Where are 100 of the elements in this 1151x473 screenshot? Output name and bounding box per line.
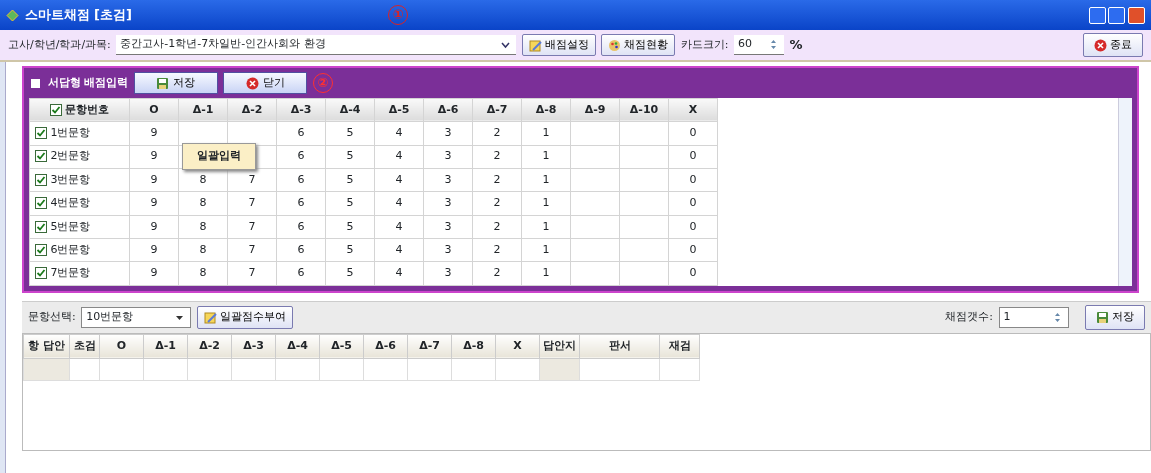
table-cell: 8 [178,215,228,239]
column-header: Δ-4 [275,334,320,359]
table-cell [619,238,669,262]
table-cell [619,168,669,192]
table-cell: 4 [374,261,424,286]
column-header: Δ-3 [276,98,326,122]
checkbox[interactable] [35,220,47,233]
row-header: 2번문항 [29,145,130,169]
column-header: Δ-5 [374,98,424,122]
note-icon [528,38,542,52]
row-header: 3번문항 [29,168,130,192]
checkbox[interactable] [49,103,62,116]
checkbox[interactable] [35,127,47,140]
table-cell: 4 [374,168,424,192]
table-cell: 2 [472,215,522,239]
bulk-score-button[interactable]: 일괄점수부여 [196,306,293,329]
settings-button[interactable]: 배점설정 [521,33,596,57]
table-cell: 3 [423,191,473,216]
column-header: Δ-5 [319,334,364,359]
table-cell [570,145,620,169]
table-cell: 3 [423,215,473,239]
card-size-spinner[interactable]: 60 [734,35,785,55]
checkbox[interactable] [35,267,47,280]
table-cell [659,358,700,381]
save-button[interactable]: 저장 [133,72,218,94]
table-cell [570,261,620,286]
table-cell: 5 [325,121,375,145]
table-cell: 1 [521,191,571,216]
table-cell [143,358,188,381]
table-cell: 7 [227,261,277,286]
restore-button[interactable] [1108,6,1126,24]
scrollbar[interactable] [1118,97,1132,286]
table-cell: 7 [227,191,277,216]
close-button[interactable]: 닫기 [223,72,308,94]
checkbox[interactable] [35,150,47,163]
exit-button[interactable]: 종료 [1083,32,1143,58]
row-header: 1번문항 [29,121,130,145]
table-cell: 2 [472,261,522,286]
column-header: O [99,334,144,359]
table-cell: 1 [521,121,571,145]
save-icon [1096,310,1109,324]
table-cell: 2 [472,145,522,169]
save-button[interactable]: 저장 [1085,305,1145,330]
table-cell [451,358,496,381]
close-circle-icon [1094,38,1107,52]
checkbox[interactable] [35,197,47,210]
checkbox[interactable] [35,243,47,256]
column-header: Δ-2 [227,98,277,122]
column-header: O [129,98,179,122]
table-cell [619,121,669,145]
table-cell: 9 [129,168,179,192]
column-header: 재검 [659,334,700,359]
table-cell: 5 [325,191,375,216]
question-select[interactable]: 10번문항 [81,307,192,328]
table-cell [319,358,364,381]
table-cell: 6 [276,238,326,262]
column-header: Δ-10 [619,98,669,122]
table-cell [619,261,669,286]
note-icon [203,310,217,324]
status-button[interactable]: 채점현황 [601,33,676,57]
column-header: X [668,98,718,122]
window-title: 스마트채점 [초검] [24,6,132,25]
table-cell: 3 [423,238,473,262]
table-cell [619,191,669,216]
count-label: 채점갯수: [945,309,993,325]
table-cell: 4 [374,145,424,169]
column-header: Δ-6 [423,98,473,122]
table-cell [275,358,320,381]
table-cell [231,358,276,381]
context-menu-item[interactable]: 일괄입력 [182,143,256,170]
table-cell: 2 [472,238,522,262]
minimize-button[interactable] [1088,6,1106,24]
table-cell: 2 [472,121,522,145]
table-cell: 4 [374,121,424,145]
unit-label: % [789,36,803,55]
table-cell [619,215,669,239]
table-cell [187,358,232,381]
table-cell: 1 [521,168,571,192]
table-cell: 0 [668,191,718,216]
table-cell: 7 [227,215,277,239]
table-cell: 5 [325,261,375,286]
table-cell [407,358,452,381]
close-button[interactable] [1128,6,1145,24]
count-spinner[interactable]: 1 [998,307,1069,328]
row-header: 7번문항 [29,261,130,286]
checkbox[interactable] [35,173,47,186]
table-cell: 3 [423,168,473,192]
column-header: Δ-2 [187,334,232,359]
column-header: Δ-6 [363,334,408,359]
table-cell: 0 [668,168,718,192]
table-cell: 9 [129,145,179,169]
table-cell: 5 [325,168,375,192]
column-header: Δ-7 [472,98,522,122]
table-cell: 5 [325,238,375,262]
palette-icon [608,38,622,52]
table-cell: 1 [521,145,571,169]
exam-dropdown[interactable]: 중간고사-1학년-7차일반-인간사회와 환경 [116,35,517,55]
column-header: 초검 [69,334,100,359]
card-size-label: 카드크기: [680,36,729,53]
table-cell: 4 [374,238,424,262]
